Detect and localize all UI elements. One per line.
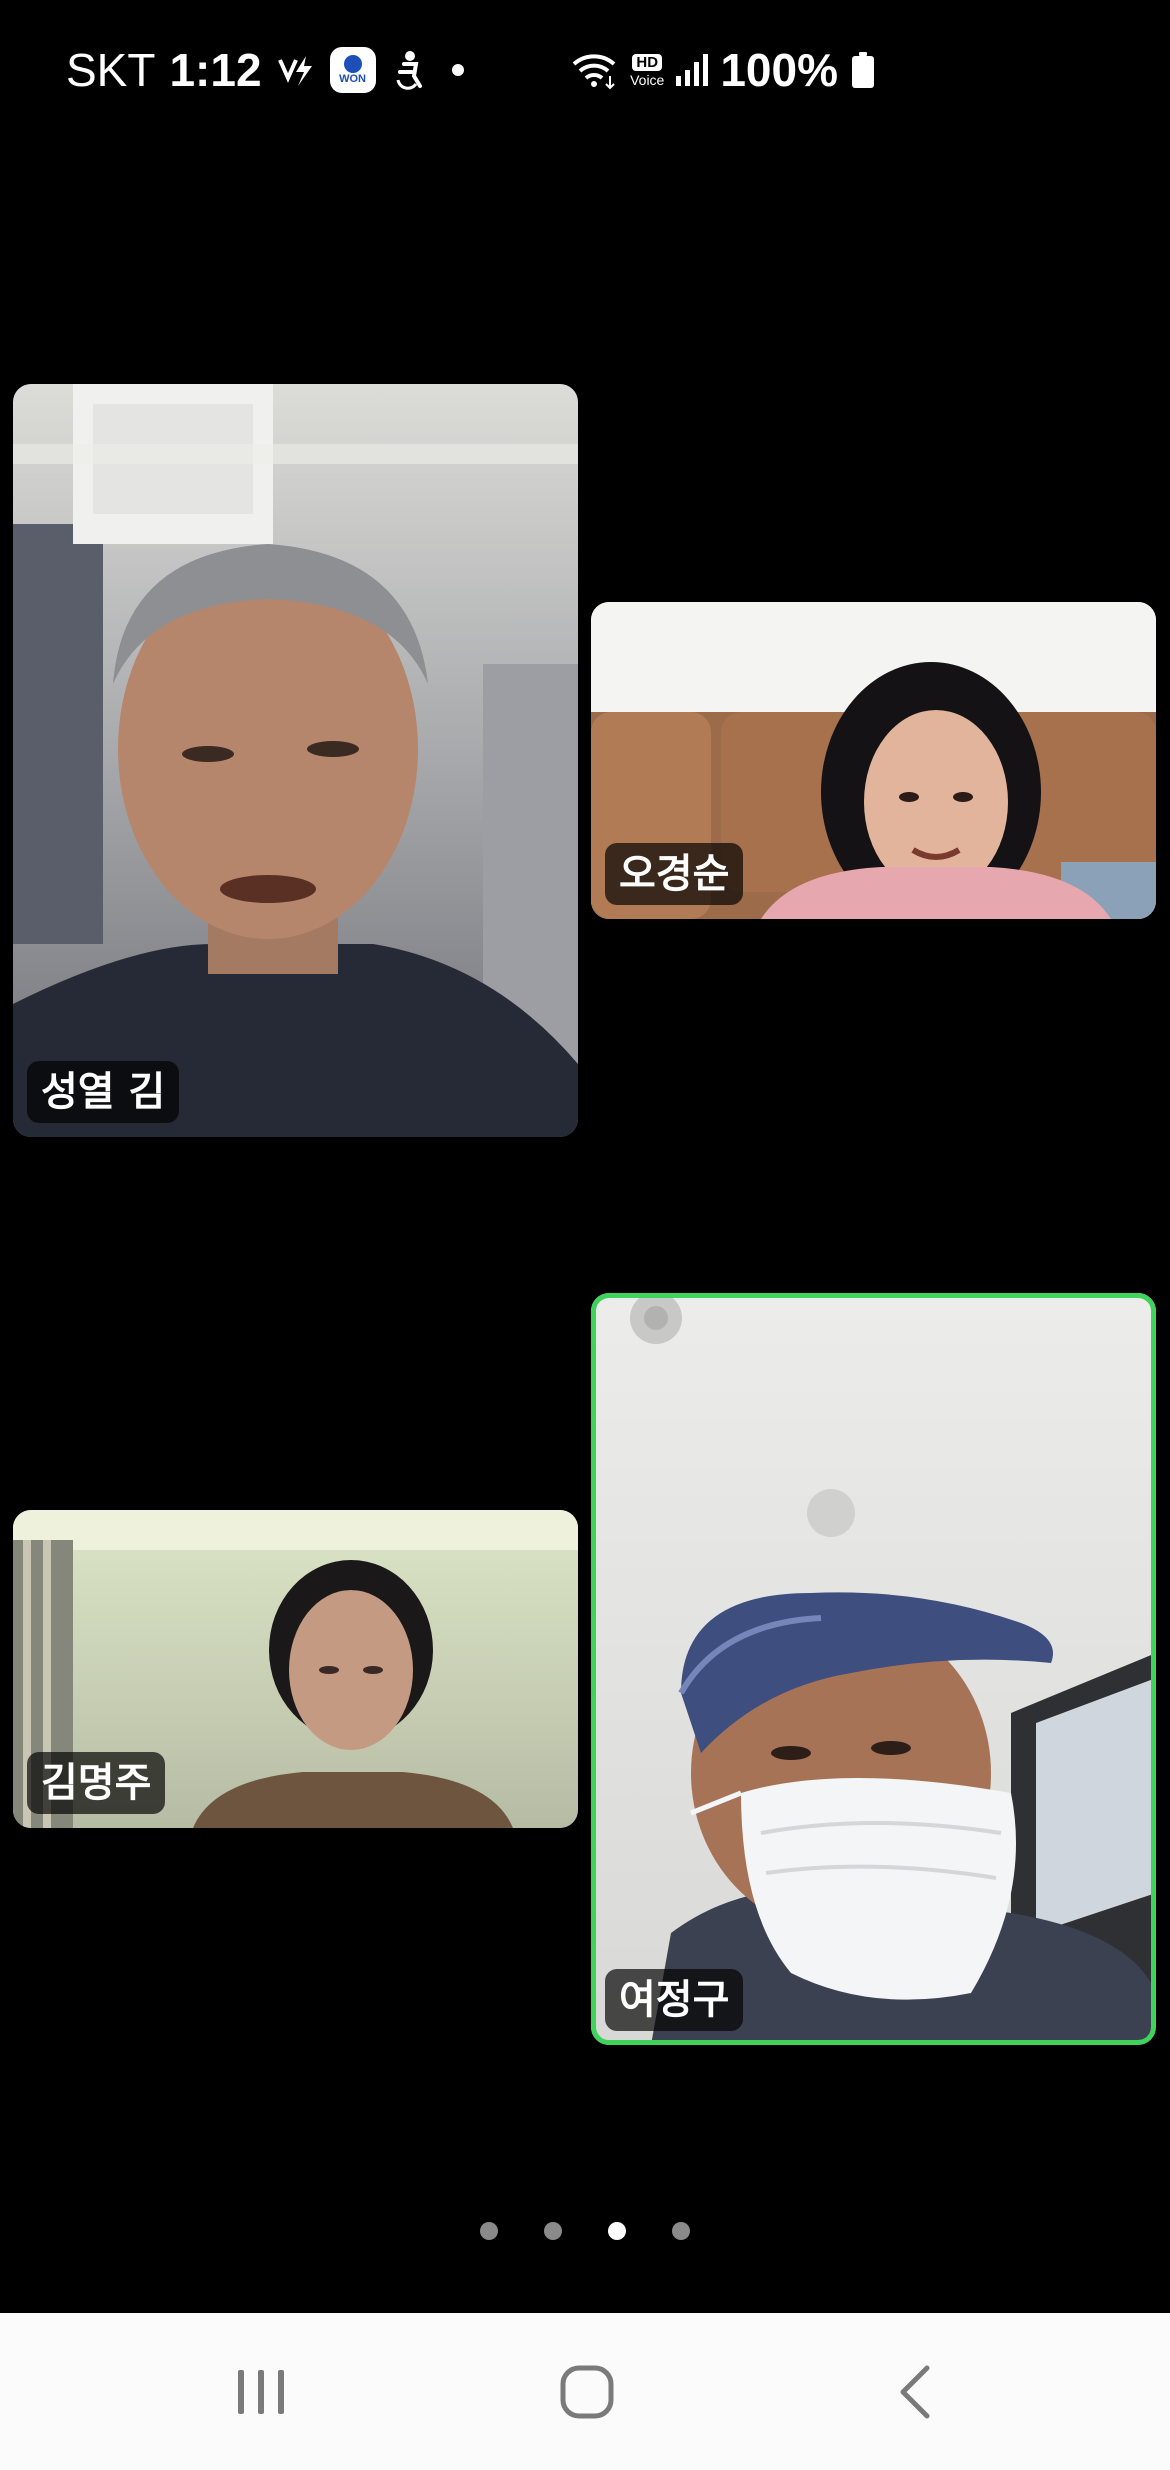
- recents-icon: [238, 2369, 284, 2414]
- recents-button[interactable]: [161, 2313, 361, 2470]
- status-bar-left: SKT 1:12 WON: [66, 40, 464, 100]
- status-bar: SKT 1:12 WON HD Voice 100%: [0, 0, 1170, 140]
- video-tile[interactable]: 김명주: [13, 1510, 578, 1828]
- page-dot[interactable]: [544, 2222, 562, 2240]
- wifi-icon: [570, 50, 620, 90]
- won-app-icon: WON: [329, 47, 376, 93]
- status-bar-right: HD Voice 100%: [570, 40, 874, 100]
- hd-label: HD: [632, 53, 663, 71]
- participant-name: 여정구: [605, 1969, 744, 2031]
- signal-icon: [674, 52, 710, 88]
- voice-label: Voice: [630, 71, 665, 88]
- page-dot-active[interactable]: [608, 2222, 626, 2240]
- participant-video: [591, 1293, 1156, 2045]
- participant-name: 김명주: [27, 1752, 166, 1814]
- won-icon-label: WON: [339, 73, 366, 85]
- notification-dot: [451, 64, 464, 76]
- clock: 1:12: [169, 44, 262, 96]
- page-dot[interactable]: [672, 2222, 690, 2240]
- participant-name: 오경순: [605, 843, 744, 905]
- accessibility-icon: [390, 50, 426, 90]
- page-indicator[interactable]: [0, 2222, 1170, 2240]
- participant-name: 성열 김: [27, 1061, 180, 1123]
- vpn-key-icon: [276, 50, 316, 90]
- navigation-bar: [0, 2313, 1170, 2470]
- home-icon: [560, 2365, 614, 2418]
- back-button[interactable]: [815, 2313, 1015, 2470]
- video-tile[interactable]: 오경순: [591, 602, 1156, 919]
- hd-voice-icon: HD Voice: [630, 53, 665, 88]
- battery-percent: 100%: [720, 44, 838, 96]
- battery-icon: [852, 52, 874, 88]
- back-icon: [900, 2365, 930, 2418]
- page-dot[interactable]: [480, 2222, 498, 2240]
- carrier-label: SKT: [66, 44, 156, 96]
- video-tile[interactable]: 성열 김: [13, 384, 578, 1137]
- participant-video: [13, 384, 578, 1137]
- video-tile-active-speaker[interactable]: 여정구: [591, 1293, 1156, 2045]
- home-button[interactable]: [487, 2313, 687, 2470]
